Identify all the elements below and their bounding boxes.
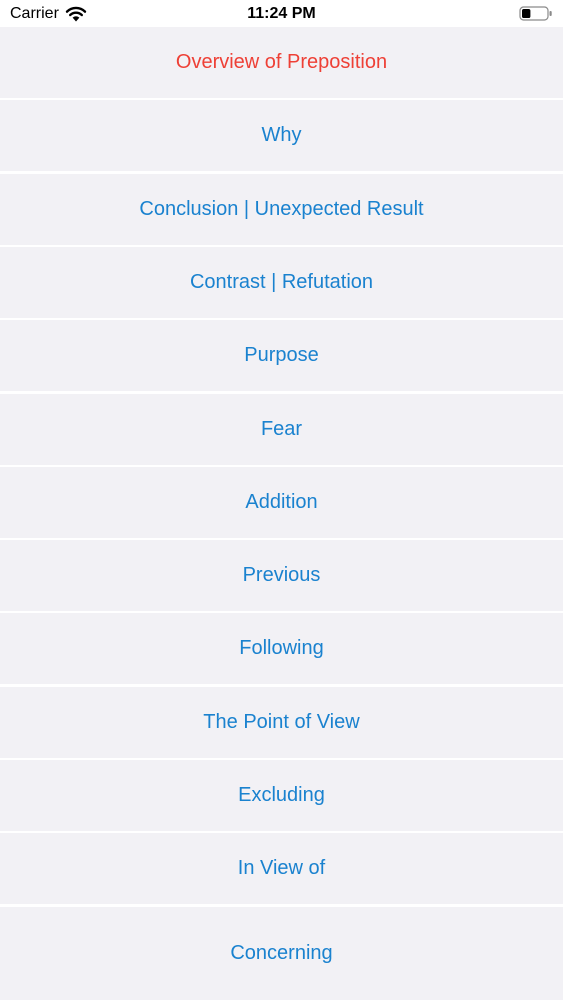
menu-item-label: Excluding	[238, 784, 325, 806]
menu-item-label: Contrast | Refutation	[189, 270, 374, 293]
menu-item-purpose[interactable]: Purpose	[0, 320, 563, 392]
menu-item-label: Conclusion | Unexpected Result	[139, 197, 424, 220]
menu-item-in-view-of[interactable]: In View of	[0, 833, 563, 905]
menu-item-label: In View of	[237, 857, 326, 880]
menu-item-label: Fear	[260, 417, 303, 440]
menu-item-label: Overview of Preposition	[175, 51, 388, 73]
menu-item-concerning[interactable]: Concerning	[0, 906, 563, 1000]
menu-item-label: The Point of View	[203, 710, 360, 733]
menu-item-label: Addition	[245, 490, 318, 513]
menu-item-label: Following	[239, 637, 324, 660]
menu-item-label: Purpose	[244, 344, 319, 367]
status-time: 11:24 PM	[247, 5, 316, 22]
menu-item-fear[interactable]: Fear	[0, 393, 563, 465]
menu-item-previous[interactable]: Previous	[0, 540, 563, 612]
menu-item-addition[interactable]: Addition	[0, 466, 563, 538]
menu-item-why[interactable]: Why	[0, 100, 563, 172]
menu-item-label: Why	[261, 124, 302, 147]
battery-icon	[519, 6, 552, 21]
menu-item-conclusion-unexpected-result[interactable]: Conclusion | Unexpected Result	[0, 173, 563, 245]
menu-item-following[interactable]: Following	[0, 613, 563, 685]
menu-item-excluding[interactable]: Excluding	[0, 760, 563, 831]
menu-item-the-point-of-view[interactable]: The Point of View	[0, 686, 563, 758]
menu-item-contrast-refutation[interactable]: Contrast | Refutation	[0, 246, 563, 318]
menu-item-overview-of-preposition[interactable]: Overview of Preposition	[0, 27, 563, 98]
status-bar: Carrier 11:24 PM	[0, 0, 563, 27]
menu-item-label: Previous	[242, 564, 321, 587]
menu-item-label: Concerning	[230, 941, 333, 964]
